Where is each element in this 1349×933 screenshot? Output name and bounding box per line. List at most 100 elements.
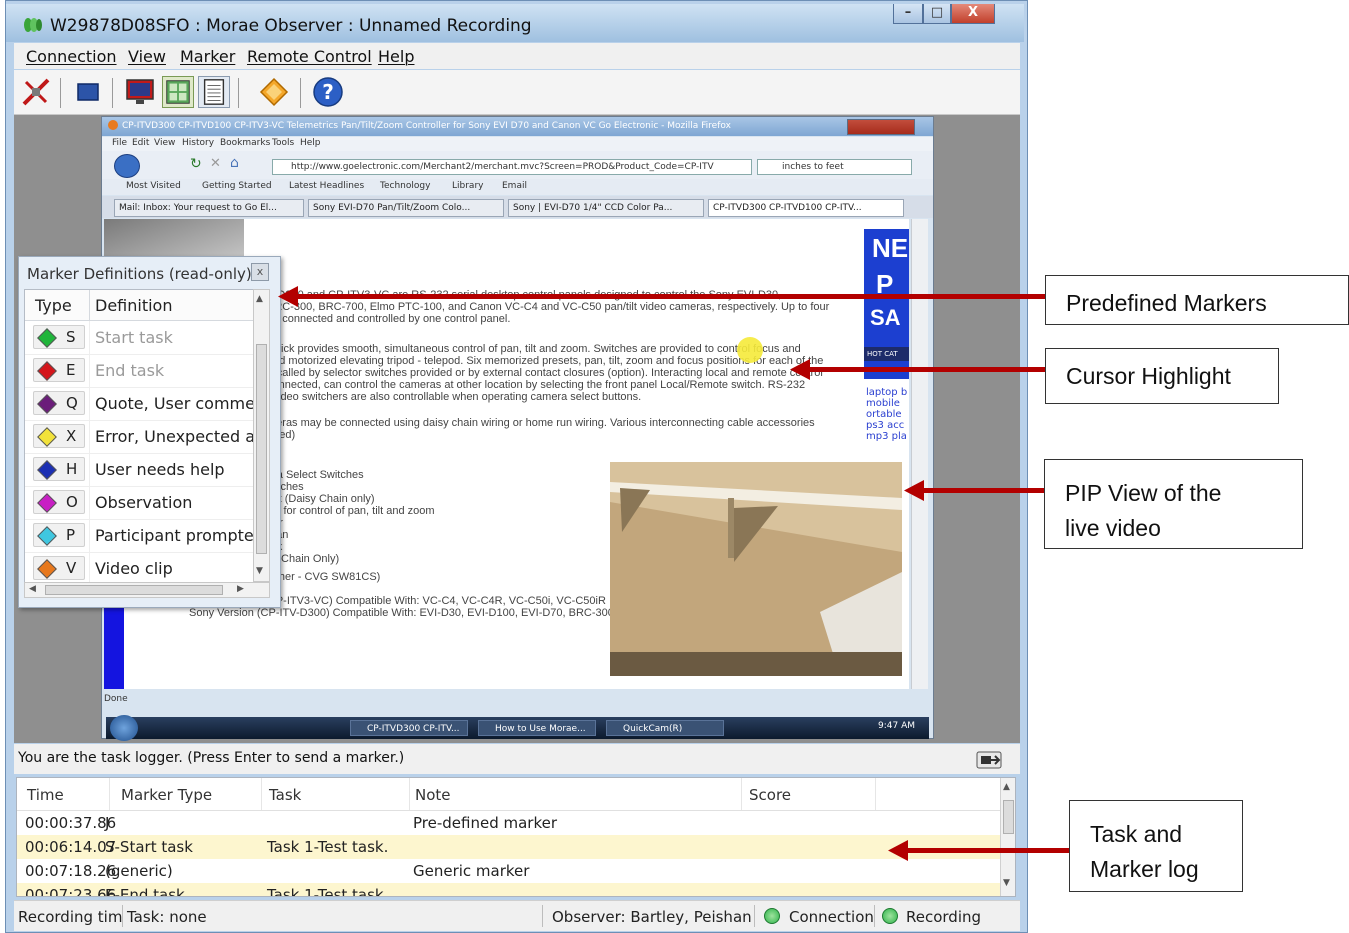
log-row[interactable]: 00:06:14.07 S-Start task Task 1-Test task. bbox=[17, 835, 1001, 859]
windows-taskbar: CP-ITVD300 CP-ITV... How to Use Morae...… bbox=[106, 715, 929, 741]
browser-status-bar: Done bbox=[104, 694, 128, 704]
scroll-left-icon[interactable]: ◀ bbox=[29, 584, 36, 594]
ad-text: HOT CAT bbox=[864, 347, 909, 361]
marker-diamond-icon bbox=[37, 427, 57, 447]
scroll-up-icon[interactable]: ▲ bbox=[256, 294, 263, 304]
marker-definitions-vertical-scrollbar[interactable]: ▲ ▼ bbox=[253, 289, 270, 582]
annotation-pip-view: PIP View of the live video bbox=[1044, 459, 1303, 549]
column-header-marker-type[interactable]: Marker Type bbox=[121, 786, 212, 804]
column-header-type[interactable]: Type bbox=[35, 296, 72, 315]
screen-view-icon[interactable] bbox=[124, 76, 156, 108]
maximize-button[interactable]: □ bbox=[923, 4, 951, 24]
log-cell-time: 00:07:18.26 bbox=[25, 862, 117, 880]
column-divider bbox=[409, 778, 410, 810]
marker-key-button[interactable]: P bbox=[33, 523, 85, 547]
stop-icon[interactable] bbox=[72, 76, 104, 108]
marker-definition-row[interactable]: V Video clip bbox=[25, 552, 254, 583]
column-header-definition[interactable]: Definition bbox=[95, 296, 172, 315]
side-link: ps3 acc bbox=[866, 420, 905, 431]
marker-key-button[interactable]: S bbox=[33, 325, 85, 349]
help-icon[interactable]: ? bbox=[312, 76, 344, 108]
menu-connection[interactable]: Connection bbox=[26, 47, 117, 66]
minimize-button[interactable]: – bbox=[893, 4, 923, 24]
marker-diamond-icon bbox=[37, 493, 57, 513]
log-row[interactable]: 00:07:18.26 (generic) Generic marker bbox=[17, 859, 1001, 883]
page-line: l video switchers are also controllable … bbox=[267, 391, 642, 403]
marker-definitions-close-button[interactable]: x bbox=[251, 263, 269, 281]
marker-key-button[interactable]: V bbox=[33, 556, 85, 580]
log-cell-time: 00:07:23.66 bbox=[25, 886, 117, 897]
menu-help[interactable]: Help bbox=[378, 47, 414, 66]
menu-view[interactable]: View bbox=[128, 47, 166, 66]
marker-key-button[interactable]: E bbox=[33, 358, 85, 382]
scroll-thumb[interactable] bbox=[1003, 800, 1014, 834]
status-observer: Observer: Bartley, Peishan bbox=[552, 908, 752, 926]
marker-log-header: Time Marker Type Task Note Score bbox=[17, 778, 1001, 811]
annotation-predefined-markers: Predefined Markers bbox=[1045, 275, 1349, 325]
column-header-score[interactable]: Score bbox=[749, 786, 791, 804]
scroll-down-icon[interactable]: ▼ bbox=[1003, 878, 1010, 888]
marker-key-button[interactable]: X bbox=[33, 424, 85, 448]
side-link: mp3 pla bbox=[866, 431, 907, 442]
annotation-arrow bbox=[920, 488, 1046, 493]
scroll-thumb[interactable] bbox=[45, 585, 223, 595]
back-icon bbox=[114, 154, 140, 178]
reload-icon: ↻ bbox=[190, 156, 202, 172]
marker-diamond-icon bbox=[37, 328, 57, 348]
close-button[interactable]: X bbox=[951, 4, 995, 24]
menu-remote-control[interactable]: Remote Control bbox=[247, 47, 372, 66]
browser-tab-strip: Mail: Inbox: Your request to Go El... So… bbox=[102, 196, 933, 218]
disconnect-icon[interactable] bbox=[20, 76, 52, 108]
scroll-down-icon[interactable]: ▼ bbox=[256, 566, 263, 576]
marker-definition-row[interactable]: H User needs help bbox=[25, 453, 254, 487]
page-line: Man bbox=[267, 529, 435, 541]
browser-menu-view: View bbox=[154, 138, 176, 148]
page-paragraph: meras may be connected using daisy chain… bbox=[267, 417, 815, 441]
marker-icon[interactable] bbox=[258, 76, 290, 108]
log-view-icon[interactable] bbox=[198, 76, 230, 108]
side-link: laptop b bbox=[866, 387, 908, 398]
marker-definition-row[interactable]: O Observation bbox=[25, 486, 254, 520]
marker-definition-text: Start task bbox=[95, 328, 173, 347]
marker-definition-text: Observation bbox=[95, 493, 193, 512]
send-marker-icon[interactable] bbox=[976, 750, 1006, 770]
marker-key-letter: P bbox=[66, 526, 76, 544]
annotation-arrow bbox=[905, 848, 1069, 853]
scroll-right-icon[interactable]: ▶ bbox=[237, 584, 244, 594]
browser-menu-bar: File Edit View History Bookmarks Tools H… bbox=[102, 137, 933, 151]
column-divider bbox=[89, 354, 90, 387]
log-cell-type: E-End task bbox=[105, 886, 185, 897]
svg-text:?: ? bbox=[322, 80, 334, 104]
marker-definition-row[interactable]: Q Quote, User comment bbox=[25, 387, 254, 421]
log-cell-note: Pre-defined marker bbox=[413, 814, 558, 832]
marker-definition-row[interactable]: S Start task bbox=[25, 321, 254, 355]
marker-key-button[interactable]: Q bbox=[33, 391, 85, 415]
column-header-note[interactable]: Note bbox=[415, 786, 451, 804]
marker-key-letter: E bbox=[66, 361, 76, 379]
marker-definitions-horizontal-scrollbar[interactable]: ◀ ▶ bbox=[24, 582, 270, 598]
scroll-thumb[interactable] bbox=[256, 344, 267, 554]
toolbar-separator bbox=[60, 78, 61, 108]
toolbar-separator bbox=[112, 78, 113, 108]
marker-definition-row[interactable]: X Error, Unexpected acti bbox=[25, 420, 254, 454]
log-row[interactable]: 00:07:23.66 E-End task Task 1-Test task. bbox=[17, 883, 1001, 897]
menu-marker[interactable]: Marker bbox=[180, 47, 235, 66]
marker-definition-row[interactable]: P Participant prompted bbox=[25, 519, 254, 553]
start-button bbox=[110, 715, 138, 741]
browser-url-field: http://www.goelectronic.com/Merchant2/me… bbox=[272, 159, 752, 175]
scroll-up-icon[interactable]: ▲ bbox=[1003, 782, 1010, 792]
log-row[interactable]: 00:00:37.86 J Pre-defined marker bbox=[17, 811, 1001, 835]
column-divider bbox=[741, 778, 742, 810]
firefox-icon bbox=[108, 120, 118, 130]
marker-definition-row[interactable]: E End task bbox=[25, 354, 254, 388]
marker-key-button[interactable]: H bbox=[33, 457, 85, 481]
column-header-time[interactable]: Time bbox=[27, 786, 64, 804]
column-divider bbox=[89, 420, 90, 453]
column-header-task[interactable]: Task bbox=[269, 786, 301, 804]
page-line: era Select Switches bbox=[267, 469, 364, 481]
marker-key-button[interactable]: O bbox=[33, 490, 85, 514]
marker-log-scrollbar[interactable]: ▲ ▼ bbox=[1000, 778, 1015, 896]
browser-menu-help: Help bbox=[300, 138, 321, 148]
status-divider bbox=[874, 905, 875, 927]
pip-view-icon[interactable] bbox=[162, 76, 194, 108]
